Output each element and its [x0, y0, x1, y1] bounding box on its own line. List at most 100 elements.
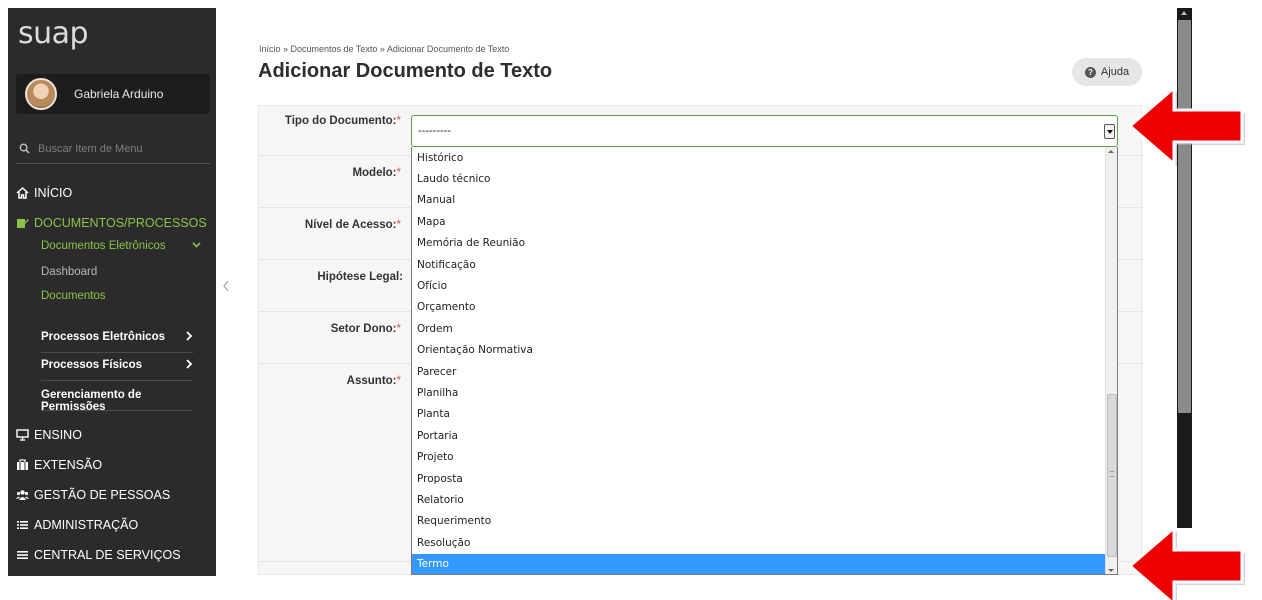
- sidebar-item-gestao[interactable]: GESTÃO DE PESSOAS: [16, 488, 170, 502]
- central-icon: [17, 551, 28, 559]
- red-arrow: [1127, 526, 1245, 600]
- dropdown-option[interactable]: Notificação: [412, 254, 1106, 275]
- required-mark: *: [396, 323, 401, 335]
- scroll-up-icon[interactable]: [1108, 150, 1114, 153]
- dropdown-option[interactable]: Proposta: [412, 468, 1106, 489]
- label-hipotese-legal: Hipótese Legal:: [317, 271, 403, 283]
- tipo-documento-select[interactable]: ---------: [411, 115, 1118, 147]
- label-assunto: Assunto:*: [347, 375, 401, 387]
- divider: [41, 380, 193, 381]
- dropdown-option[interactable]: Orçamento: [412, 297, 1106, 318]
- dropdown-option[interactable]: Memória de Reunião: [412, 233, 1106, 254]
- help-button-label: Ajuda: [1100, 66, 1130, 78]
- dropdown-option[interactable]: Relatorio: [412, 489, 1106, 510]
- label-text: Assunto:: [346, 375, 397, 387]
- sidebar-item-documentos[interactable]: DOCUMENTOS/PROCESSOS: [16, 216, 207, 230]
- grip-icon: [1110, 471, 1114, 477]
- dropdown-option[interactable]: Ordem: [412, 318, 1106, 339]
- label-text: Nível de Acesso:: [304, 219, 397, 231]
- app-logo[interactable]: suap: [18, 16, 89, 51]
- search-icon: [19, 143, 30, 154]
- help-icon: ?: [1084, 66, 1096, 78]
- documents-icon: [17, 219, 29, 228]
- administracao-icon: [17, 521, 28, 529]
- divider: [41, 352, 193, 353]
- avatar: [25, 78, 57, 110]
- dropdown-option[interactable]: Parecer: [412, 361, 1106, 382]
- dropdown-option[interactable]: Laudo técnico: [412, 168, 1106, 189]
- user-box[interactable]: Gabriela Arduino: [16, 74, 210, 114]
- ensino-icon: [16, 429, 29, 441]
- label-text: Hipótese Legal:: [317, 271, 403, 283]
- sidebar-item-central[interactable]: CENTRAL DE SERVIÇOS: [16, 548, 181, 562]
- dropdown-option[interactable]: Planilha: [412, 382, 1106, 403]
- breadcrumb[interactable]: Início » Documentos de Texto » Adicionar…: [259, 44, 509, 54]
- dropdown-option[interactable]: Portaria: [412, 425, 1106, 446]
- page-scroll-thumb[interactable]: [1178, 20, 1191, 413]
- tipo-documento-dropdown: Histórico Laudo técnico Manual Mapa Memória …: [411, 147, 1118, 575]
- sidebar-item-extensao[interactable]: EXTENSÃO: [16, 458, 102, 472]
- sidebar-item-administracao[interactable]: ADMINISTRAÇÃO: [16, 518, 138, 532]
- dropdown-option[interactable]: Requerimento: [412, 511, 1106, 532]
- scroll-up-icon[interactable]: [1181, 11, 1187, 15]
- scroll-down-icon[interactable]: [1108, 569, 1114, 572]
- select-value: ---------: [418, 125, 451, 137]
- user-name: Gabriela Arduino: [74, 87, 164, 101]
- label-modelo: Modelo:*: [352, 167, 401, 179]
- sidebar-item-dashboard[interactable]: Dashboard: [41, 266, 97, 278]
- sidebar-collapse-toggle[interactable]: [222, 279, 230, 295]
- help-button[interactable]: ? Ajuda: [1072, 58, 1142, 86]
- dropdown-option[interactable]: Termo: [412, 553, 1106, 574]
- sidebar-item-label: GESTÃO DE PESSOAS: [34, 488, 171, 502]
- dropdown-option[interactable]: Manual: [412, 190, 1106, 211]
- sidebar-item-label: INÍCIO: [34, 186, 73, 200]
- dropdown-option[interactable]: Planta: [412, 404, 1106, 425]
- required-mark: *: [396, 219, 401, 231]
- search-input[interactable]: [38, 140, 208, 158]
- menu-search: [16, 136, 210, 164]
- page-title: Adicionar Documento de Texto: [258, 60, 553, 82]
- label-text: Tipo do Documento:: [284, 115, 397, 127]
- select-dropdown-button[interactable]: [1104, 124, 1115, 139]
- page: suap Gabriela Arduino INÍCIO DOCUMENTOS/…: [0, 0, 1262, 600]
- sidebar-item-documentos-sub[interactable]: Documentos: [41, 290, 106, 302]
- chevron-right-icon: [186, 359, 193, 369]
- label-text: Modelo:: [352, 167, 397, 179]
- chevron-right-icon: [186, 331, 193, 341]
- pessoas-icon: [16, 490, 29, 500]
- dropdown-option[interactable]: Projeto: [412, 447, 1106, 468]
- dropdown-option[interactable]: Resolução: [412, 532, 1106, 553]
- dropdown-scroll-thumb[interactable]: [1107, 394, 1117, 557]
- sidebar-item-label: ENSINO: [34, 428, 82, 442]
- sidebar-item-inicio[interactable]: INÍCIO: [16, 186, 72, 200]
- dropdown-option[interactable]: Ofício: [412, 275, 1106, 296]
- label-tipo-documento: Tipo do Documento:*: [285, 115, 401, 127]
- sidebar-item-label: DOCUMENTOS/PROCESSOS: [34, 216, 207, 230]
- divider: [41, 410, 193, 411]
- sidebar-item-label: EXTENSÃO: [34, 458, 103, 472]
- label-setor-dono: Setor Dono:*: [331, 323, 401, 335]
- chevron-left-icon: [223, 280, 229, 292]
- label-text: Setor Dono:: [330, 323, 397, 335]
- dropdown-option[interactable]: Mapa: [412, 211, 1106, 232]
- chevron-down-icon: [192, 242, 201, 248]
- dropdown-option[interactable]: Orientação Normativa: [412, 340, 1106, 361]
- label-nivel-acesso: Nível de Acesso:*: [305, 219, 401, 231]
- red-arrow: [1127, 86, 1245, 166]
- required-mark: *: [396, 167, 401, 179]
- sidebar: suap Gabriela Arduino INÍCIO DOCUMENTOS/…: [8, 8, 216, 576]
- required-mark: *: [396, 115, 401, 127]
- sidebar-item-label: Processos Físicos: [41, 359, 142, 371]
- home-icon: [16, 187, 29, 199]
- sidebar-item-processos-fisicos[interactable]: Processos Físicos: [41, 359, 193, 371]
- dropdown-scrollbar[interactable]: [1105, 147, 1117, 574]
- sidebar-item-documentos-eletronicos[interactable]: Documentos Eletrônicos: [41, 240, 201, 252]
- required-mark: *: [396, 375, 401, 387]
- dropdown-option[interactable]: Histórico: [412, 147, 1106, 168]
- sidebar-item-label: CENTRAL DE SERVIÇOS: [34, 548, 181, 562]
- sidebar-item-ensino[interactable]: ENSINO: [16, 428, 82, 442]
- sidebar-item-label: ADMINISTRAÇÃO: [34, 518, 139, 532]
- sidebar-item-processos-eletronicos[interactable]: Processos Eletrônicos: [41, 331, 193, 343]
- sidebar-item-label: Processos Eletrônicos: [41, 331, 165, 343]
- extensao-icon: [17, 459, 28, 470]
